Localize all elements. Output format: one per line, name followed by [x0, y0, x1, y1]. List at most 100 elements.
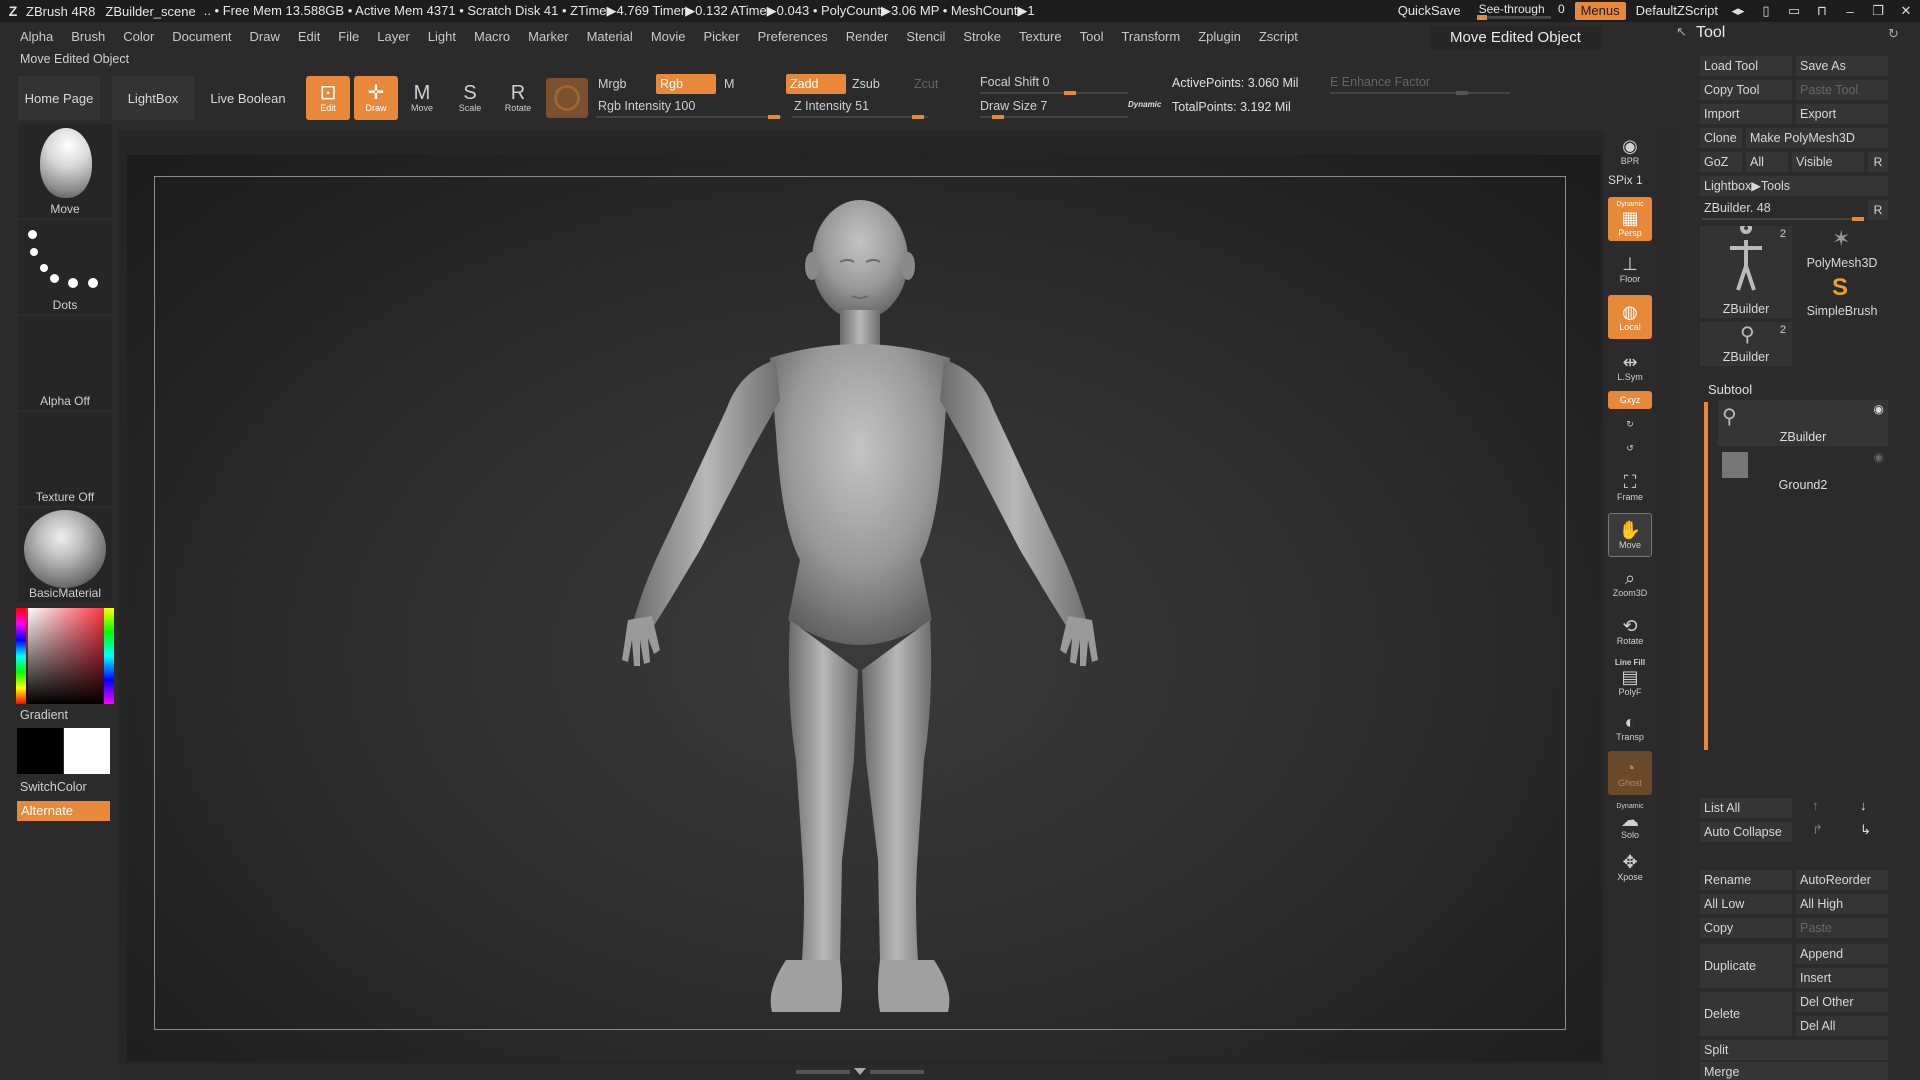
rgb-intensity-slider[interactable]: Rgb Intensity 100 [594, 96, 784, 116]
save-as-button[interactable]: Save As [1796, 56, 1888, 76]
lightbox-tools-button[interactable]: Lightbox▶Tools [1700, 176, 1888, 196]
menus-toggle-button[interactable]: Menus [1574, 2, 1626, 20]
palette-reset-icon[interactable]: ↻ [1888, 26, 1899, 42]
export-button[interactable]: Export [1796, 104, 1888, 124]
tool-thumb-zbuilder-2[interactable]: 2 ⚲ ZBuilder [1700, 322, 1792, 366]
switchcolor-button[interactable]: SwitchColor [20, 780, 87, 794]
minimize-icon[interactable]: – [1836, 4, 1864, 19]
bottom-tray-handle-icon[interactable] [796, 1068, 924, 1076]
tool-slider[interactable]: ZBuilder. 48 [1700, 198, 1864, 218]
edit-button[interactable]: ⊡ Edit [306, 76, 350, 120]
menu-movie[interactable]: Movie [651, 29, 686, 44]
layout-icon[interactable]: ◂▸ [1724, 3, 1752, 19]
tool-palette-title[interactable]: Tool [1696, 24, 1725, 42]
subtool-section-title[interactable]: Subtool [1708, 382, 1752, 397]
lock-icon[interactable]: ⊓ [1808, 3, 1836, 19]
menu-light[interactable]: Light [428, 29, 456, 44]
rotate-axis2-icon[interactable]: ↺ [1608, 437, 1652, 459]
z-intensity-slider[interactable]: Z Intensity 51 [790, 96, 930, 116]
window-left-icon[interactable]: ▯ [1752, 3, 1780, 19]
tool-thumb-polymesh3d[interactable]: ✶ PolyMesh3D [1796, 226, 1888, 272]
subtool-row[interactable]: ⚲ ◉ ZBuilder [1718, 400, 1888, 446]
zcut-toggle[interactable]: Zcut [910, 74, 966, 94]
paste-tool-button[interactable]: Paste Tool [1796, 80, 1888, 100]
auto-collapse-button[interactable]: Auto Collapse [1700, 822, 1792, 842]
insert-button[interactable]: Insert [1796, 968, 1888, 988]
menu-preferences[interactable]: Preferences [758, 29, 828, 44]
menu-stroke[interactable]: Stroke [963, 29, 1001, 44]
menu-file[interactable]: File [338, 29, 359, 44]
copy-tool-button[interactable]: Copy Tool [1700, 80, 1792, 100]
home-page-button[interactable]: Home Page [18, 76, 100, 120]
goz-button[interactable]: GoZ [1700, 152, 1742, 172]
focal-shift-slider[interactable]: Focal Shift 0 [976, 72, 1126, 92]
all-low-button[interactable]: All Low [1700, 894, 1792, 914]
lsym-button[interactable]: ⇹ L.Sym [1608, 345, 1652, 389]
menu-zscript[interactable]: Zscript [1259, 29, 1298, 44]
menu-texture[interactable]: Texture [1019, 29, 1062, 44]
draw-button[interactable]: ✛ Draw [354, 76, 398, 120]
menu-color[interactable]: Color [123, 29, 154, 44]
menu-stencil[interactable]: Stencil [906, 29, 945, 44]
menu-tool[interactable]: Tool [1080, 29, 1104, 44]
rotate-axis-icon[interactable]: ↻ [1608, 413, 1652, 435]
move-up-icon[interactable]: ↑ [1812, 798, 1819, 813]
menu-document[interactable]: Document [172, 29, 231, 44]
subtool-row[interactable]: ◉ Ground2 [1718, 448, 1888, 494]
load-tool-button[interactable]: Load Tool [1700, 56, 1792, 76]
polyf-button[interactable]: Line Fill ▤ PolyF [1608, 655, 1652, 699]
arrow-down-right-icon[interactable]: ↳ [1860, 822, 1871, 838]
menu-edit[interactable]: Edit [298, 29, 320, 44]
restore-icon[interactable]: ❐ [1864, 3, 1892, 19]
m-toggle[interactable]: M [720, 74, 776, 94]
split-button[interactable]: Split [1700, 1040, 1888, 1060]
menu-macro[interactable]: Macro [474, 29, 510, 44]
frame-button[interactable]: ⛶ Frame [1608, 465, 1652, 509]
goz-r-button[interactable]: R [1868, 152, 1888, 172]
material-sphere-icon[interactable] [546, 78, 588, 118]
secondary-color-swatch[interactable] [17, 728, 63, 774]
stroke-selector[interactable]: Dots [18, 220, 112, 314]
goz-all-button[interactable]: All [1746, 152, 1788, 172]
menu-picker[interactable]: Picker [704, 29, 740, 44]
list-all-button[interactable]: List All [1700, 798, 1792, 818]
rgb-toggle[interactable]: Rgb [656, 74, 716, 94]
tool-slider-r-button[interactable]: R [1868, 200, 1888, 220]
move-canvas-button[interactable]: ✋ Move [1608, 513, 1652, 557]
arrow-up-right-icon[interactable]: ↱ [1812, 822, 1823, 838]
draw-size-slider[interactable]: Draw Size 7 [976, 96, 1126, 116]
menu-render[interactable]: Render [846, 29, 889, 44]
alternate-button[interactable]: Alternate [17, 801, 110, 821]
xpose-button[interactable]: ✥ Xpose [1608, 845, 1652, 889]
palette-pin-icon[interactable]: ↖ [1676, 24, 1687, 40]
brush-selector[interactable]: Move [18, 124, 112, 218]
zadd-toggle[interactable]: Zadd [786, 74, 846, 94]
move-down-icon[interactable]: ↓ [1860, 798, 1867, 813]
close-icon[interactable]: ✕ [1892, 3, 1920, 19]
menu-layer[interactable]: Layer [377, 29, 410, 44]
xyz-button[interactable]: Gxyz [1608, 391, 1652, 409]
quicksave-button[interactable]: QuickSave [1388, 0, 1471, 22]
import-button[interactable]: Import [1700, 104, 1792, 124]
enhance-factor-slider[interactable]: E Enhance Factor [1326, 72, 1466, 92]
local-button[interactable]: ◍ Local [1608, 295, 1652, 339]
texture-selector[interactable]: Texture Off [18, 412, 112, 506]
zoom3d-button[interactable]: ⌕ Zoom3D [1608, 561, 1652, 605]
menu-alpha[interactable]: Alpha [20, 29, 53, 44]
dynamic-size-toggle[interactable]: Dynamic [1128, 100, 1161, 109]
ghost-button[interactable]: ◔ Ghost [1608, 751, 1652, 795]
copy-button[interactable]: Copy [1700, 918, 1792, 938]
solo-button[interactable]: Dynamic ☁ Solo [1608, 799, 1652, 843]
transp-button[interactable]: ◐ Transp [1608, 705, 1652, 749]
lightbox-button[interactable]: LightBox [112, 76, 194, 120]
tool-thumb-simplebrush[interactable]: S SimpleBrush [1796, 274, 1888, 320]
primary-color-swatch[interactable] [64, 728, 110, 774]
mrgb-toggle[interactable]: Mrgb [594, 74, 650, 94]
merge-button[interactable]: Merge [1700, 1062, 1888, 1080]
append-button[interactable]: Append [1796, 944, 1888, 964]
persp-button[interactable]: Dynamic ▦ Persp [1608, 197, 1652, 241]
del-all-button[interactable]: Del All [1796, 1016, 1888, 1036]
window-right-icon[interactable]: ▭ [1780, 3, 1808, 19]
rotate-canvas-button[interactable]: ⟲ Rotate [1608, 609, 1652, 653]
tool-thumb-zbuilder[interactable]: 2 ZBuilder [1700, 222, 1792, 318]
